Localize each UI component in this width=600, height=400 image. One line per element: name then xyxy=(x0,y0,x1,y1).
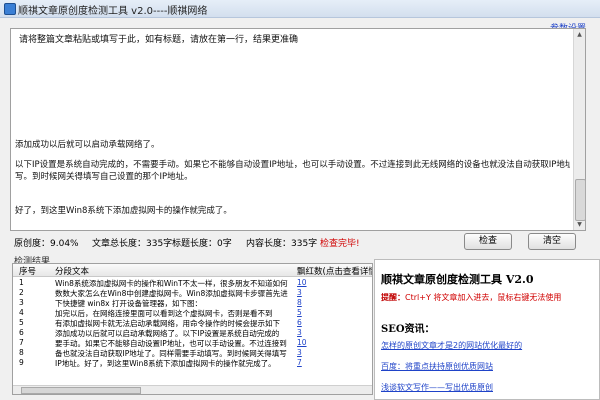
table-row[interactable]: 1 Win8系统添加虚拟网卡的操作和WinT不太一样，很多朋友不知道如何 10 xyxy=(13,278,372,288)
table-row[interactable]: 3 下快捷键 win8x 打开设备管理器，如下图： 8 xyxy=(13,298,372,308)
title-bar: 顺祺文章原创度检测工具 v2.0----顺祺网络 xyxy=(0,0,600,18)
seo-link[interactable]: 百度：将重点扶持原创优质网站 xyxy=(381,361,493,372)
results-table[interactable]: 序号 分段文本 飘红数(点击查看详情) 1 Win8系统添加虚拟网卡的操作和Win… xyxy=(12,263,373,395)
article-line: 好了，到这里Win8系统下添加虚拟网卡的操作就完成了。 xyxy=(15,206,232,216)
window-title: 顺祺文章原创度检测工具 v2.0----顺祺网络 xyxy=(18,6,208,17)
column-header-text[interactable]: 分段文本 xyxy=(55,265,89,277)
tip-text: 提醒：Ctrl+Y 将文章加入进去，鼠标右键无法使用 xyxy=(381,292,561,303)
vertical-scrollbar[interactable]: ▲ ▼ xyxy=(573,29,586,230)
column-header-no[interactable]: 序号 xyxy=(19,265,36,277)
column-header-count[interactable]: 飘红数(点击查看详情) xyxy=(297,265,372,277)
total-length-stat: 文章总长度：335字 xyxy=(92,239,173,249)
table-row[interactable]: 5 有添加虚拟网卡就无法启动承载网络，用命令操作的时候会提示如下 6 xyxy=(13,318,372,328)
clear-button[interactable]: 清空 xyxy=(528,233,576,250)
table-row[interactable]: 9 IP地址。好了，到这里Win8系统下添加虚拟网卡的操作就完成了。 7 xyxy=(13,358,372,368)
article-input-area[interactable]: 请将整篇文章粘贴或填写于此，如有标题，请放在第一行，结果更准确 添加成功以后就可… xyxy=(10,28,586,231)
check-status: 检查完毕! xyxy=(320,239,360,249)
originality-stat: 原创度：9.04% xyxy=(14,239,79,249)
article-text[interactable]: 添加成功以后就可以启动承载网络了。 以下IP设置是系统自动完成的，不需要手动。如… xyxy=(15,139,570,217)
table-header: 序号 分段文本 飘红数(点击查看详情) xyxy=(13,264,372,277)
title-length-stat: 标题长度：0字 xyxy=(172,239,232,249)
app-icon xyxy=(4,3,16,15)
input-hint: 请将整篇文章粘贴或填写于此，如有标题，请放在第一行，结果更准确 xyxy=(19,35,299,45)
seo-link[interactable]: 怎样的原创文章才是2的网站优化最好的 xyxy=(381,340,522,351)
table-row[interactable]: 8 备也就没法自动获取IP地址了。同样需要手动填写。到时候网关得填写 3 xyxy=(13,348,372,358)
table-row[interactable]: 2 数数大家怎么在Win8中创建虚拟网卡。Win8添加虚拟网卡步骤首先进 3 xyxy=(13,288,372,298)
article-line: 添加成功以后就可以启动承载网络了。 xyxy=(15,140,160,150)
check-button[interactable]: 检查 xyxy=(464,233,512,250)
horizontal-scroll-thumb[interactable] xyxy=(21,387,141,394)
table-row[interactable]: 6 添加成功以后就可以启动承载网络了。以下IP设置是系统自动完成的 3 xyxy=(13,328,372,338)
table-row[interactable]: 7 要手动。如果它不能够自动设置IP地址，也可以手动设置。不过连接到 10 xyxy=(13,338,372,348)
tip-message: Ctrl+Y 将文章加入进去，鼠标右键无法使用 xyxy=(405,293,562,302)
article-line: 以下IP设置是系统自动完成的，不需要手动。如果它不能够自动设置IP地址，也可以手… xyxy=(15,160,570,170)
content-length-stat: 内容长度：335字 xyxy=(246,239,318,249)
article-line: 写。到时候网关得填写自己设置的那个IP地址。 xyxy=(15,172,193,182)
info-panel: 顺祺文章原创度检测工具 V2.0 提醒：Ctrl+Y 将文章加入进去，鼠标右键无… xyxy=(374,259,600,400)
scroll-thumb[interactable] xyxy=(575,179,586,221)
info-title: 顺祺文章原创度检测工具 V2.0 xyxy=(381,273,534,286)
tip-label: 提醒： xyxy=(381,293,405,302)
scroll-down-icon[interactable]: ▼ xyxy=(575,220,584,229)
table-row[interactable]: 4 加完以后，在网络连接里面可以看到这个虚拟网卡，否则是看不到 5 xyxy=(13,308,372,318)
seo-link[interactable]: 浅谈软文写作——写出优质原创 xyxy=(381,382,493,393)
seo-heading: SEO资讯： xyxy=(381,324,435,335)
scroll-up-icon[interactable]: ▲ xyxy=(575,30,584,39)
horizontal-scrollbar[interactable] xyxy=(13,385,372,394)
